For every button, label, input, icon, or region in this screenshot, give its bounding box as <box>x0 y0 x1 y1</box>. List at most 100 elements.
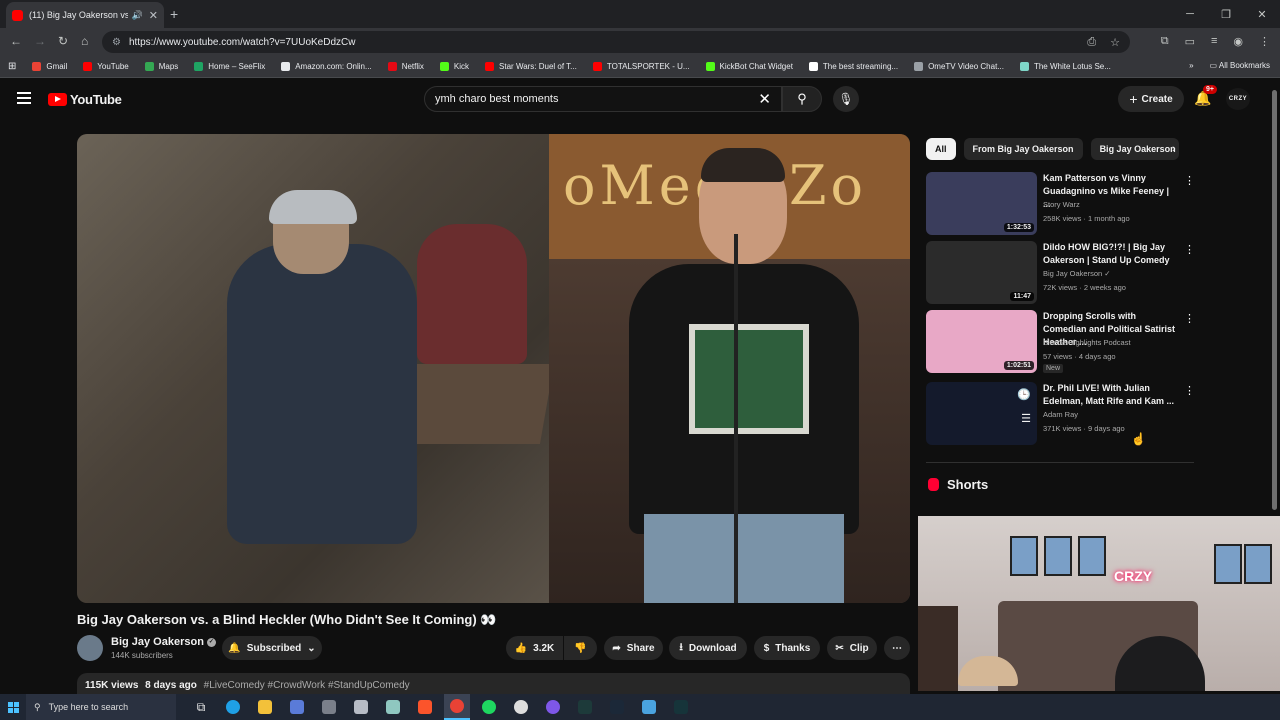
toolbar-actions: ⧉ ▭ ≡ ◉ ⋮ <box>1161 35 1270 48</box>
chip-all[interactable]: All <box>926 138 956 160</box>
bookmark-icon <box>387 62 397 71</box>
bookmark-item[interactable]: The White Lotus Se... <box>1019 62 1111 71</box>
like-button[interactable]: 👍 3.2K <box>506 636 563 660</box>
watch-later-icon[interactable]: 🕒 <box>1017 388 1031 401</box>
media-icon[interactable]: ≡ <box>1211 35 1217 48</box>
bookmark-item[interactable]: Gmail <box>32 62 67 71</box>
discord-icon[interactable] <box>540 694 566 720</box>
minimize-button[interactable]: ─ <box>1172 0 1208 28</box>
search-input[interactable]: ymh charo best moments ✕ <box>424 86 782 112</box>
taskbar-search[interactable]: ⚲ Type here to search <box>26 694 176 720</box>
bookmark-item[interactable]: Kick <box>439 62 469 71</box>
youtube-favicon-icon <box>12 9 23 21</box>
spotify-icon[interactable] <box>476 694 502 720</box>
subscribed-button[interactable]: 🔔 Subscribed ⌄ <box>222 636 322 660</box>
chip-from-channel[interactable]: From Big Jay Oakerson <box>963 138 1083 160</box>
extensions-icon[interactable]: ⧉ <box>1161 35 1169 48</box>
bookmarks-bar: ⊞ Gmail YouTube Maps Home – SeeFlix Amaz… <box>0 56 1280 78</box>
recommendation-item[interactable]: 1:32:53 Kam Patterson vs Vinny Guadagnin… <box>926 172 1196 236</box>
shorts-header: Shorts <box>928 477 988 492</box>
chevron-right-icon[interactable]: › <box>1172 143 1176 155</box>
bookmark-item[interactable]: Star Wars: Duel of T... <box>485 62 577 71</box>
site-info-icon[interactable]: ⚙ <box>112 37 121 48</box>
thanks-button[interactable]: $ Thanks <box>754 636 820 660</box>
bookmark-item[interactable]: The best streaming... <box>808 62 898 71</box>
chip-channel[interactable]: Big Jay Oakerson <box>1090 138 1179 160</box>
calculator-icon[interactable] <box>316 694 342 720</box>
channel-name[interactable]: Big Jay Oakerson ✓ <box>111 636 216 648</box>
more-vertical-icon[interactable]: ⋮ <box>1184 174 1195 187</box>
account-avatar[interactable]: CRZY <box>1226 88 1250 110</box>
app-icon[interactable] <box>380 694 406 720</box>
clip-button[interactable]: ✂ Clip <box>827 636 877 660</box>
bookmark-star-icon[interactable]: ☆ <box>1110 36 1120 49</box>
page-scrollbar[interactable] <box>1272 90 1277 510</box>
brave-icon[interactable] <box>412 694 438 720</box>
recommendation-item[interactable]: 🕒 ☰ Dr. Phil LIVE! With Julian Edelman, … <box>926 382 1196 446</box>
profile-icon[interactable]: ◉ <box>1233 35 1243 48</box>
home-icon[interactable]: ⌂ <box>81 34 88 48</box>
guide-menu-icon[interactable] <box>17 92 31 104</box>
bookmark-item[interactable]: KickBot Chat Widget <box>705 62 793 71</box>
channel-avatar[interactable] <box>77 635 103 661</box>
app-icon[interactable] <box>348 694 374 720</box>
obs-icon[interactable] <box>508 694 534 720</box>
more-vertical-icon[interactable]: ⋮ <box>1184 312 1195 325</box>
search-button[interactable]: ⚲ <box>782 86 822 112</box>
speaker-icon[interactable]: 🔊 <box>132 10 143 21</box>
more-vertical-icon[interactable]: ⋮ <box>1184 243 1195 256</box>
add-to-queue-icon[interactable]: ☰ <box>1021 412 1031 425</box>
bookmark-item[interactable]: YouTube <box>83 62 129 71</box>
forward-icon[interactable]: → <box>34 34 46 48</box>
voice-search-button[interactable]: 🎙 <box>833 86 859 112</box>
app-icon[interactable] <box>668 694 694 720</box>
bookmark-item[interactable]: TOTALSPORTEK - U... <box>592 62 690 71</box>
sidepanel-icon[interactable]: ▭ <box>1185 35 1195 48</box>
chrome-icon[interactable] <box>444 694 470 720</box>
mouse-cursor-icon: ☝ <box>1131 432 1146 446</box>
close-tab-icon[interactable]: ✕ <box>149 9 158 22</box>
rec-meta: 57 views · 4 days ago <box>1043 352 1116 361</box>
back-icon[interactable]: ← <box>10 34 22 48</box>
file-explorer-icon[interactable] <box>252 694 278 720</box>
new-tab-button[interactable]: + <box>170 6 178 22</box>
rec-meta: 72K views · 2 weeks ago <box>1043 283 1126 292</box>
bookmark-item[interactable]: Maps <box>144 62 178 71</box>
app-icon[interactable] <box>284 694 310 720</box>
browser-tab[interactable]: (11) Big Jay Oakerson vs. a 🔊 ✕ <box>6 2 164 28</box>
bookmark-item[interactable]: OmeTV Video Chat... <box>914 62 1004 71</box>
more-vertical-icon[interactable]: ⋮ <box>1184 384 1195 397</box>
bookmark-icon <box>592 62 602 71</box>
menu-icon[interactable]: ⋮ <box>1259 35 1270 48</box>
notifications-button[interactable]: 🔔 9+ <box>1194 85 1217 107</box>
address-bar[interactable]: ⚙ https://www.youtube.com/watch?v=7UUoKe… <box>102 31 1130 53</box>
restore-button[interactable]: ❐ <box>1208 0 1244 28</box>
more-actions-button[interactable]: ⋯ <box>884 636 910 660</box>
rec-channel: Adam Ray <box>1043 410 1079 419</box>
steam-icon[interactable] <box>604 694 630 720</box>
reload-icon[interactable]: ↻ <box>58 34 68 48</box>
recommendation-item[interactable]: 11:47 Dildo HOW BIG?!?! | Big Jay Oakers… <box>926 241 1196 305</box>
apps-icon[interactable]: ⊞ <box>8 61 16 72</box>
youtube-logo[interactable]: YouTube <box>48 92 122 107</box>
download-button[interactable]: ⭳ Download <box>669 636 747 660</box>
create-button[interactable]: + Create <box>1118 86 1184 112</box>
bookmark-item[interactable]: Amazon.com: Onlin... <box>281 62 372 71</box>
bookmark-item[interactable]: Home – SeeFlix <box>194 62 265 71</box>
clear-search-icon[interactable]: ✕ <box>758 90 771 108</box>
bookmark-item[interactable]: Netflix <box>387 62 424 71</box>
start-button[interactable] <box>0 694 26 720</box>
close-window-button[interactable]: ✕ <box>1244 0 1280 28</box>
video-player[interactable]: oMedy Zo <box>77 134 910 603</box>
more-bookmarks-icon[interactable]: » <box>1189 61 1193 70</box>
duration-badge: 11:47 <box>1010 292 1034 301</box>
recommendation-item[interactable]: 1:02:51 Dropping Scrolls with Comedian a… <box>926 310 1196 374</box>
app-icon[interactable] <box>572 694 598 720</box>
all-bookmarks[interactable]: ▭ All Bookmarks <box>1210 61 1270 70</box>
task-view-icon[interactable]: ⧉ <box>188 694 214 720</box>
app-icon[interactable] <box>636 694 662 720</box>
dislike-button[interactable]: 👎 <box>564 636 597 660</box>
install-icon[interactable]: ⎙ <box>1087 36 1096 49</box>
share-button[interactable]: ➦ Share <box>604 636 663 660</box>
edge-icon[interactable] <box>220 694 246 720</box>
